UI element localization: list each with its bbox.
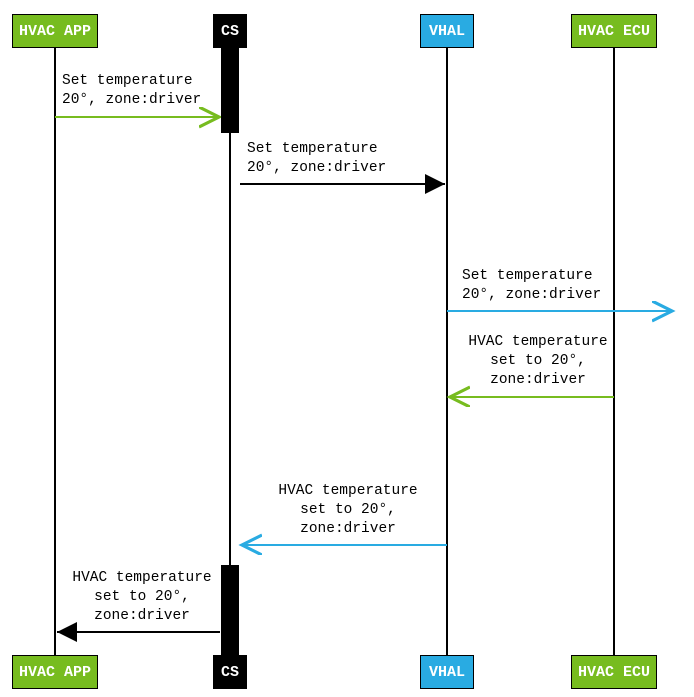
label-msg4-l2: set to 20°,	[458, 352, 618, 371]
activation-cs-top	[221, 48, 239, 133]
label-msg6-l1: HVAC temperature	[62, 569, 222, 588]
label-msg5: HVAC temperature set to 20°, zone:driver	[258, 482, 438, 539]
label-msg2: Set temperature 20°, zone:driver	[247, 140, 386, 178]
label-msg2-l2: 20°, zone:driver	[247, 159, 386, 178]
label-msg6-l2: set to 20°,	[62, 588, 222, 607]
label-msg1-l2: 20°, zone:driver	[62, 91, 201, 110]
activation-cs-bottom	[221, 565, 239, 655]
label-msg5-l2: set to 20°,	[258, 501, 438, 520]
label-msg6-l3: zone:driver	[62, 607, 222, 626]
label-msg4-l3: zone:driver	[458, 371, 618, 390]
label-msg4: HVAC temperature set to 20°, zone:driver	[458, 333, 618, 390]
participant-vhal-bottom: VHAL	[420, 655, 474, 689]
label-msg3-l1: Set temperature	[462, 267, 601, 286]
participant-hvac-app-top: HVAC APP	[12, 14, 98, 48]
participant-hvac-app-bottom: HVAC APP	[12, 655, 98, 689]
label-msg3: Set temperature 20°, zone:driver	[462, 267, 601, 305]
label-msg6: HVAC temperature set to 20°, zone:driver	[62, 569, 222, 626]
label-msg1-l1: Set temperature	[62, 72, 201, 91]
label-msg5-l1: HVAC temperature	[258, 482, 438, 501]
participant-hvac-ecu-bottom: HVAC ECU	[571, 655, 657, 689]
label-msg5-l3: zone:driver	[258, 520, 438, 539]
label-msg4-l1: HVAC temperature	[458, 333, 618, 352]
sequence-diagram: HVAC APP CS VHAL HVAC ECU HVAC APP CS VH…	[0, 0, 694, 697]
label-msg1: Set temperature 20°, zone:driver	[62, 72, 201, 110]
participant-cs-bottom: CS	[213, 655, 247, 689]
participant-cs-top: CS	[213, 14, 247, 48]
participant-hvac-ecu-top: HVAC ECU	[571, 14, 657, 48]
label-msg3-l2: 20°, zone:driver	[462, 286, 601, 305]
participant-vhal-top: VHAL	[420, 14, 474, 48]
label-msg2-l1: Set temperature	[247, 140, 386, 159]
